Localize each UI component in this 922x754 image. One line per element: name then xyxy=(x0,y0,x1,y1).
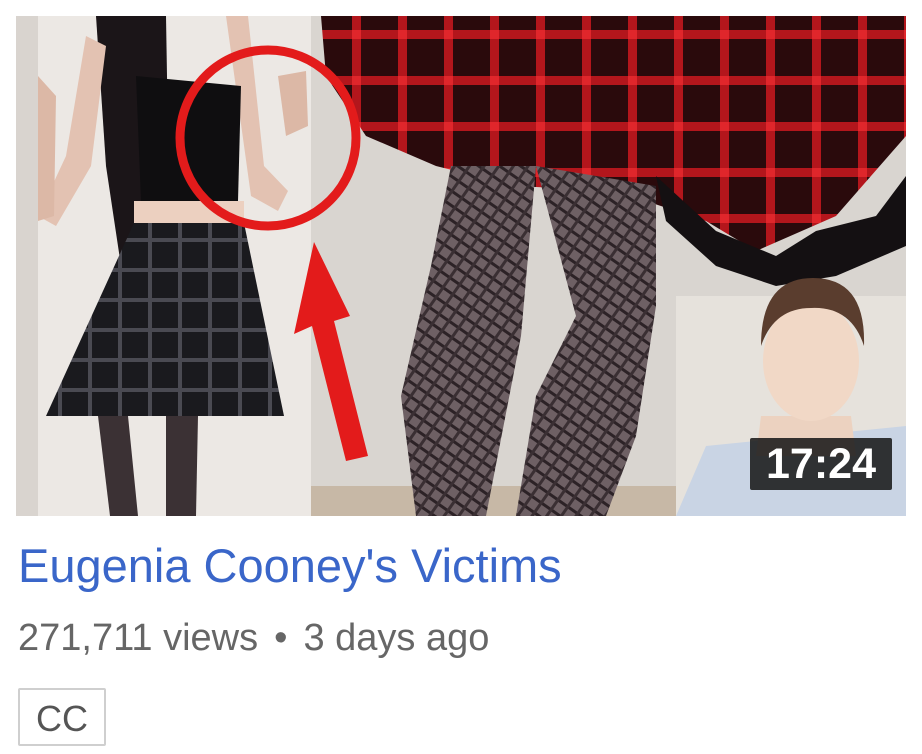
video-card[interactable]: 17:24 Eugenia Cooney's Victims 271,711 v… xyxy=(0,0,922,754)
meta-separator: • xyxy=(274,617,288,659)
duration-badge: 17:24 xyxy=(750,438,892,490)
view-count: 271,711 views xyxy=(18,617,259,659)
video-metadata: 271,711 views • 3 days ago xyxy=(18,612,489,664)
closed-captions-badge: CC xyxy=(18,688,106,746)
upload-age: 3 days ago xyxy=(303,617,490,659)
video-thumbnail[interactable]: 17:24 xyxy=(16,16,906,516)
video-title[interactable]: Eugenia Cooney's Victims xyxy=(18,536,562,596)
